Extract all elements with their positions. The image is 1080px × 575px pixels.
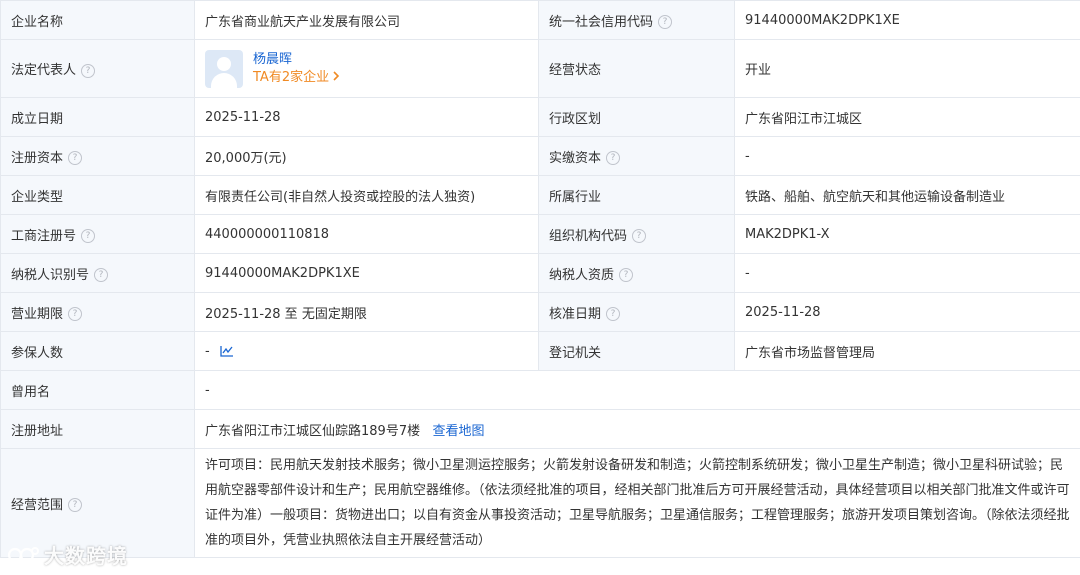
value-approval-date: 2025-11-28 [734,292,1080,332]
value-registration-number: 440000000110818 [194,214,539,254]
user-avatar-icon[interactable] [205,49,243,88]
value-business-scope: 许可项目：民用航天发射技术服务；微小卫星测运控服务；火箭发射设备研发和制造；火箭… [194,448,1080,558]
value-admin-region: 广东省阳江市江城区 [734,97,1080,137]
company-info-table: 企业名称 广东省商业航天产业发展有限公司 统一社会信用代码? 91440000M… [0,0,1080,558]
value-company-name: 广东省商业航天产业发展有限公司 [194,0,539,40]
value-former-name: - [194,370,1080,410]
value-taxpayer-id: 91440000MAK2DPK1XE [194,253,539,293]
label-admin-region: 行政区划 [538,97,735,137]
value-credit-code: 91440000MAK2DPK1XE [734,0,1080,40]
table-row: 法定代表人? 杨晨晖 TA有2家企业 经营状态 开业 [0,39,1080,98]
table-row: 曾用名 - [0,370,1080,410]
label-registration-authority: 登记机关 [538,331,735,371]
table-row: 成立日期 2025-11-28 行政区划 广东省阳江市江城区 [0,97,1080,137]
legal-rep-name-link[interactable]: 杨晨晖 [253,51,340,69]
label-credit-code: 统一社会信用代码? [538,0,735,40]
label-approval-date: 核准日期? [538,292,735,332]
label-org-code: 组织机构代码? [538,214,735,254]
label-company-type: 企业类型 [0,175,195,215]
question-circle-icon[interactable]: ? [658,15,673,29]
value-registered-address: 广东省阳江市江城区仙踪路189号7楼 查看地图 [194,409,1080,449]
table-row: 注册地址 广东省阳江市江城区仙踪路189号7楼 查看地图 [0,409,1080,449]
watermark-logo-icon [7,546,39,562]
value-business-term: 2025-11-28 至 无固定期限 [194,292,539,332]
value-insured-count: - [194,331,539,371]
question-circle-icon[interactable]: ? [606,151,621,165]
table-row: 工商注册号? 440000000110818 组织机构代码? MAK2DPK1-… [0,214,1080,254]
table-row: 参保人数 - 登记机关 广东省市场监督管理局 [0,331,1080,371]
label-paid-capital: 实缴资本? [538,136,735,176]
label-company-name: 企业名称 [0,0,195,40]
question-circle-icon[interactable]: ? [68,151,83,165]
value-legal-rep: 杨晨晖 TA有2家企业 [194,39,539,98]
label-former-name: 曾用名 [0,370,195,410]
legal-rep-companies-link[interactable]: TA有2家企业 [253,69,340,87]
question-circle-icon[interactable]: ? [68,307,83,321]
table-row: 营业期限? 2025-11-28 至 无固定期限 核准日期? 2025-11-2… [0,292,1080,332]
label-legal-rep: 法定代表人? [0,39,195,98]
label-taxpayer-id: 纳税人识别号? [0,253,195,293]
chevron-right-icon [333,70,340,81]
table-row: 企业名称 广东省商业航天产业发展有限公司 统一社会信用代码? 91440000M… [0,0,1080,40]
label-registration-number: 工商注册号? [0,214,195,254]
trend-chart-icon[interactable] [220,345,234,357]
value-registration-authority: 广东省市场监督管理局 [734,331,1080,371]
value-taxpayer-qualification: - [734,253,1080,293]
label-registered-capital: 注册资本? [0,136,195,176]
label-registered-address: 注册地址 [0,409,195,449]
value-paid-capital: - [734,136,1080,176]
question-circle-icon[interactable]: ? [619,268,634,282]
value-industry: 铁路、船舶、航空航天和其他运输设备制造业 [734,175,1080,215]
value-org-code: MAK2DPK1-X [734,214,1080,254]
value-business-status: 开业 [734,39,1080,98]
question-circle-icon[interactable]: ? [68,498,83,512]
label-taxpayer-qualification: 纳税人资质? [538,253,735,293]
value-registered-capital: 20,000万(元) [194,136,539,176]
label-business-term: 营业期限? [0,292,195,332]
question-circle-icon[interactable]: ? [632,229,647,243]
question-circle-icon[interactable]: ? [94,268,109,282]
view-map-link[interactable]: 查看地图 [433,424,485,439]
table-row: 注册资本? 20,000万(元) 实缴资本? - [0,136,1080,176]
value-company-type: 有限责任公司(非自然人投资或控股的法人独资) [194,175,539,215]
question-circle-icon[interactable]: ? [81,63,96,78]
question-circle-icon[interactable]: ? [606,307,621,321]
value-established-date: 2025-11-28 [194,97,539,137]
label-insured-count: 参保人数 [0,331,195,371]
label-industry: 所属行业 [538,175,735,215]
question-circle-icon[interactable]: ? [81,229,96,243]
table-row: 纳税人识别号? 91440000MAK2DPK1XE 纳税人资质? - [0,253,1080,293]
label-established-date: 成立日期 [0,97,195,137]
watermark: 大数跨境 [6,540,128,569]
label-business-status: 经营状态 [538,39,735,98]
table-row: 经营范围? 许可项目：民用航天发射技术服务；微小卫星测运控服务；火箭发射设备研发… [0,448,1080,558]
table-row: 企业类型 有限责任公司(非自然人投资或控股的法人独资) 所属行业 铁路、船舶、航… [0,175,1080,215]
watermark-text: 大数跨境 [44,544,128,568]
